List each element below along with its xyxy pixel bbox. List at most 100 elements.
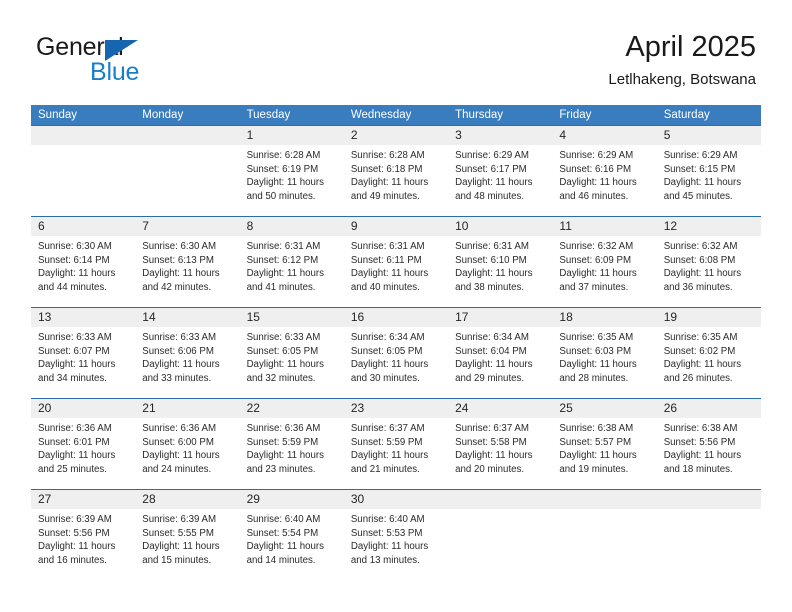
day-number[interactable]: 28 (135, 490, 239, 509)
day-cell[interactable]: Sunrise: 6:32 AM Sunset: 6:09 PM Dayligh… (552, 236, 656, 307)
sunset-text: Sunset: 6:17 PM (455, 163, 527, 175)
day-number[interactable]: 23 (344, 399, 448, 418)
day-cell[interactable]: Sunrise: 6:30 AM Sunset: 6:14 PM Dayligh… (31, 236, 135, 307)
sunrise-text: Sunrise: 6:28 AM (350, 150, 425, 161)
daylight-text-line1: Daylight: 11 hours (663, 177, 742, 189)
day-number[interactable]: 11 (552, 217, 656, 236)
day-cell[interactable]: Sunrise: 6:29 AM Sunset: 6:15 PM Dayligh… (657, 145, 761, 216)
day-cell[interactable]: Sunrise: 6:31 AM Sunset: 6:10 PM Dayligh… (448, 236, 552, 307)
daylight-text-line2: and 14 minutes. (246, 554, 316, 566)
daylight-text-line1: Daylight: 11 hours (663, 359, 742, 371)
day-number[interactable]: 13 (31, 308, 135, 327)
day-number[interactable]: 6 (31, 217, 135, 236)
day-cell[interactable]: Sunrise: 6:29 AM Sunset: 6:16 PM Dayligh… (552, 145, 656, 216)
day-cell[interactable]: Sunrise: 6:34 AM Sunset: 6:05 PM Dayligh… (344, 327, 448, 398)
sunrise-text: Sunrise: 6:39 AM (38, 514, 112, 525)
weekday-sunday: Sunday (38, 109, 78, 121)
day-number[interactable]: 1 (240, 126, 344, 145)
day-number[interactable]: 20 (31, 399, 135, 418)
day-number[interactable]: 9 (344, 217, 448, 236)
day-cell[interactable]: Sunrise: 6:28 AM Sunset: 6:18 PM Dayligh… (344, 145, 448, 216)
day-number[interactable]: 29 (240, 490, 344, 509)
day-number[interactable]: 12 (657, 217, 761, 236)
day-number[interactable]: 24 (448, 399, 552, 418)
day-number[interactable]: 22 (240, 399, 344, 418)
day-number[interactable]: 18 (552, 308, 656, 327)
daylight-text-line2: and 42 minutes. (142, 281, 212, 293)
sunset-text: Sunset: 6:01 PM (38, 436, 110, 448)
day-cell[interactable]: Sunrise: 6:40 AM Sunset: 5:53 PM Dayligh… (344, 509, 448, 580)
sunset-text: Sunset: 6:12 PM (246, 254, 319, 266)
sunrise-text: Sunrise: 6:29 AM (559, 150, 634, 161)
day-cell[interactable]: Sunrise: 6:39 AM Sunset: 5:55 PM Dayligh… (135, 509, 239, 580)
day-cell[interactable]: Sunrise: 6:34 AM Sunset: 6:04 PM Dayligh… (448, 327, 552, 398)
day-number[interactable]: 3 (448, 126, 552, 145)
day-number[interactable]: 21 (135, 399, 239, 418)
sunset-text: Sunset: 5:58 PM (455, 436, 527, 448)
day-cell[interactable]: Sunrise: 6:35 AM Sunset: 6:03 PM Dayligh… (552, 327, 656, 398)
day-cell[interactable]: Sunrise: 6:40 AM Sunset: 5:54 PM Dayligh… (240, 509, 344, 580)
day-number[interactable]: 26 (657, 399, 761, 418)
day-number[interactable] (135, 126, 239, 145)
day-number[interactable] (448, 490, 552, 509)
daylight-text-line1: Daylight: 11 hours (142, 541, 220, 553)
day-cell[interactable] (31, 145, 135, 216)
daylight-text-line1: Daylight: 11 hours (455, 177, 533, 189)
daylight-text-line1: Daylight: 11 hours (142, 450, 220, 462)
day-cell[interactable]: Sunrise: 6:30 AM Sunset: 6:13 PM Dayligh… (135, 236, 239, 307)
day-number[interactable]: 15 (240, 308, 344, 327)
day-cell[interactable] (552, 509, 656, 580)
day-number[interactable]: 4 (552, 126, 656, 145)
day-number[interactable]: 16 (344, 308, 448, 327)
day-number[interactable]: 14 (135, 308, 239, 327)
day-number-band: 13 14 15 16 17 18 19 (31, 308, 761, 327)
day-number[interactable]: 8 (240, 217, 344, 236)
day-number[interactable]: 2 (344, 126, 448, 145)
general-blue-logo[interactable]: General Blue (36, 33, 216, 89)
day-number[interactable]: 5 (657, 126, 761, 145)
day-cell[interactable]: Sunrise: 6:37 AM Sunset: 5:59 PM Dayligh… (344, 418, 448, 489)
day-number[interactable] (552, 490, 656, 509)
daylight-text-line2: and 44 minutes. (38, 281, 107, 293)
day-cell[interactable]: Sunrise: 6:29 AM Sunset: 6:17 PM Dayligh… (448, 145, 552, 216)
daylight-text-line1: Daylight: 11 hours (559, 268, 637, 280)
day-number[interactable]: 25 (552, 399, 656, 418)
day-cell[interactable]: Sunrise: 6:36 AM Sunset: 6:00 PM Dayligh… (135, 418, 239, 489)
daylight-text-line2: and 16 minutes. (38, 554, 107, 566)
sunset-text: Sunset: 6:19 PM (246, 163, 319, 175)
day-cell[interactable]: Sunrise: 6:37 AM Sunset: 5:58 PM Dayligh… (448, 418, 552, 489)
day-cell[interactable]: Sunrise: 6:38 AM Sunset: 5:57 PM Dayligh… (552, 418, 656, 489)
day-cell[interactable]: Sunrise: 6:31 AM Sunset: 6:12 PM Dayligh… (240, 236, 344, 307)
daylight-text-line1: Daylight: 11 hours (455, 450, 533, 462)
day-number[interactable] (31, 126, 135, 145)
day-number[interactable]: 10 (448, 217, 552, 236)
sunrise-text: Sunrise: 6:36 AM (246, 423, 321, 434)
daylight-text-line2: and 21 minutes. (350, 463, 420, 475)
day-cell[interactable]: Sunrise: 6:35 AM Sunset: 6:02 PM Dayligh… (657, 327, 761, 398)
day-number[interactable] (657, 490, 761, 509)
day-number[interactable]: 27 (31, 490, 135, 509)
day-cell[interactable] (448, 509, 552, 580)
day-cell[interactable]: Sunrise: 6:28 AM Sunset: 6:19 PM Dayligh… (240, 145, 344, 216)
day-cell[interactable]: Sunrise: 6:36 AM Sunset: 6:01 PM Dayligh… (31, 418, 135, 489)
sunset-text: Sunset: 6:04 PM (455, 345, 527, 357)
week-row: 1 2 3 4 5 Sunrise: 6:28 AM Sunset: 6:19 … (31, 125, 761, 216)
day-number[interactable]: 30 (344, 490, 448, 509)
day-cell[interactable]: Sunrise: 6:33 AM Sunset: 6:06 PM Dayligh… (135, 327, 239, 398)
sunset-text: Sunset: 6:16 PM (559, 163, 632, 175)
daylight-text-line2: and 18 minutes. (663, 463, 733, 475)
day-cell[interactable] (135, 145, 239, 216)
day-number[interactable]: 17 (448, 308, 552, 327)
day-number[interactable]: 19 (657, 308, 761, 327)
day-cell[interactable]: Sunrise: 6:31 AM Sunset: 6:11 PM Dayligh… (344, 236, 448, 307)
day-cell[interactable]: Sunrise: 6:32 AM Sunset: 6:08 PM Dayligh… (657, 236, 761, 307)
day-cell[interactable]: Sunrise: 6:33 AM Sunset: 6:05 PM Dayligh… (240, 327, 344, 398)
day-cell[interactable]: Sunrise: 6:38 AM Sunset: 5:56 PM Dayligh… (657, 418, 761, 489)
day-cell[interactable] (657, 509, 761, 580)
day-number[interactable]: 7 (135, 217, 239, 236)
daylight-text-line2: and 41 minutes. (246, 281, 316, 293)
day-cell[interactable]: Sunrise: 6:36 AM Sunset: 5:59 PM Dayligh… (240, 418, 344, 489)
sunrise-text: Sunrise: 6:31 AM (455, 241, 529, 252)
day-cell[interactable]: Sunrise: 6:33 AM Sunset: 6:07 PM Dayligh… (31, 327, 135, 398)
day-cell[interactable]: Sunrise: 6:39 AM Sunset: 5:56 PM Dayligh… (31, 509, 135, 580)
